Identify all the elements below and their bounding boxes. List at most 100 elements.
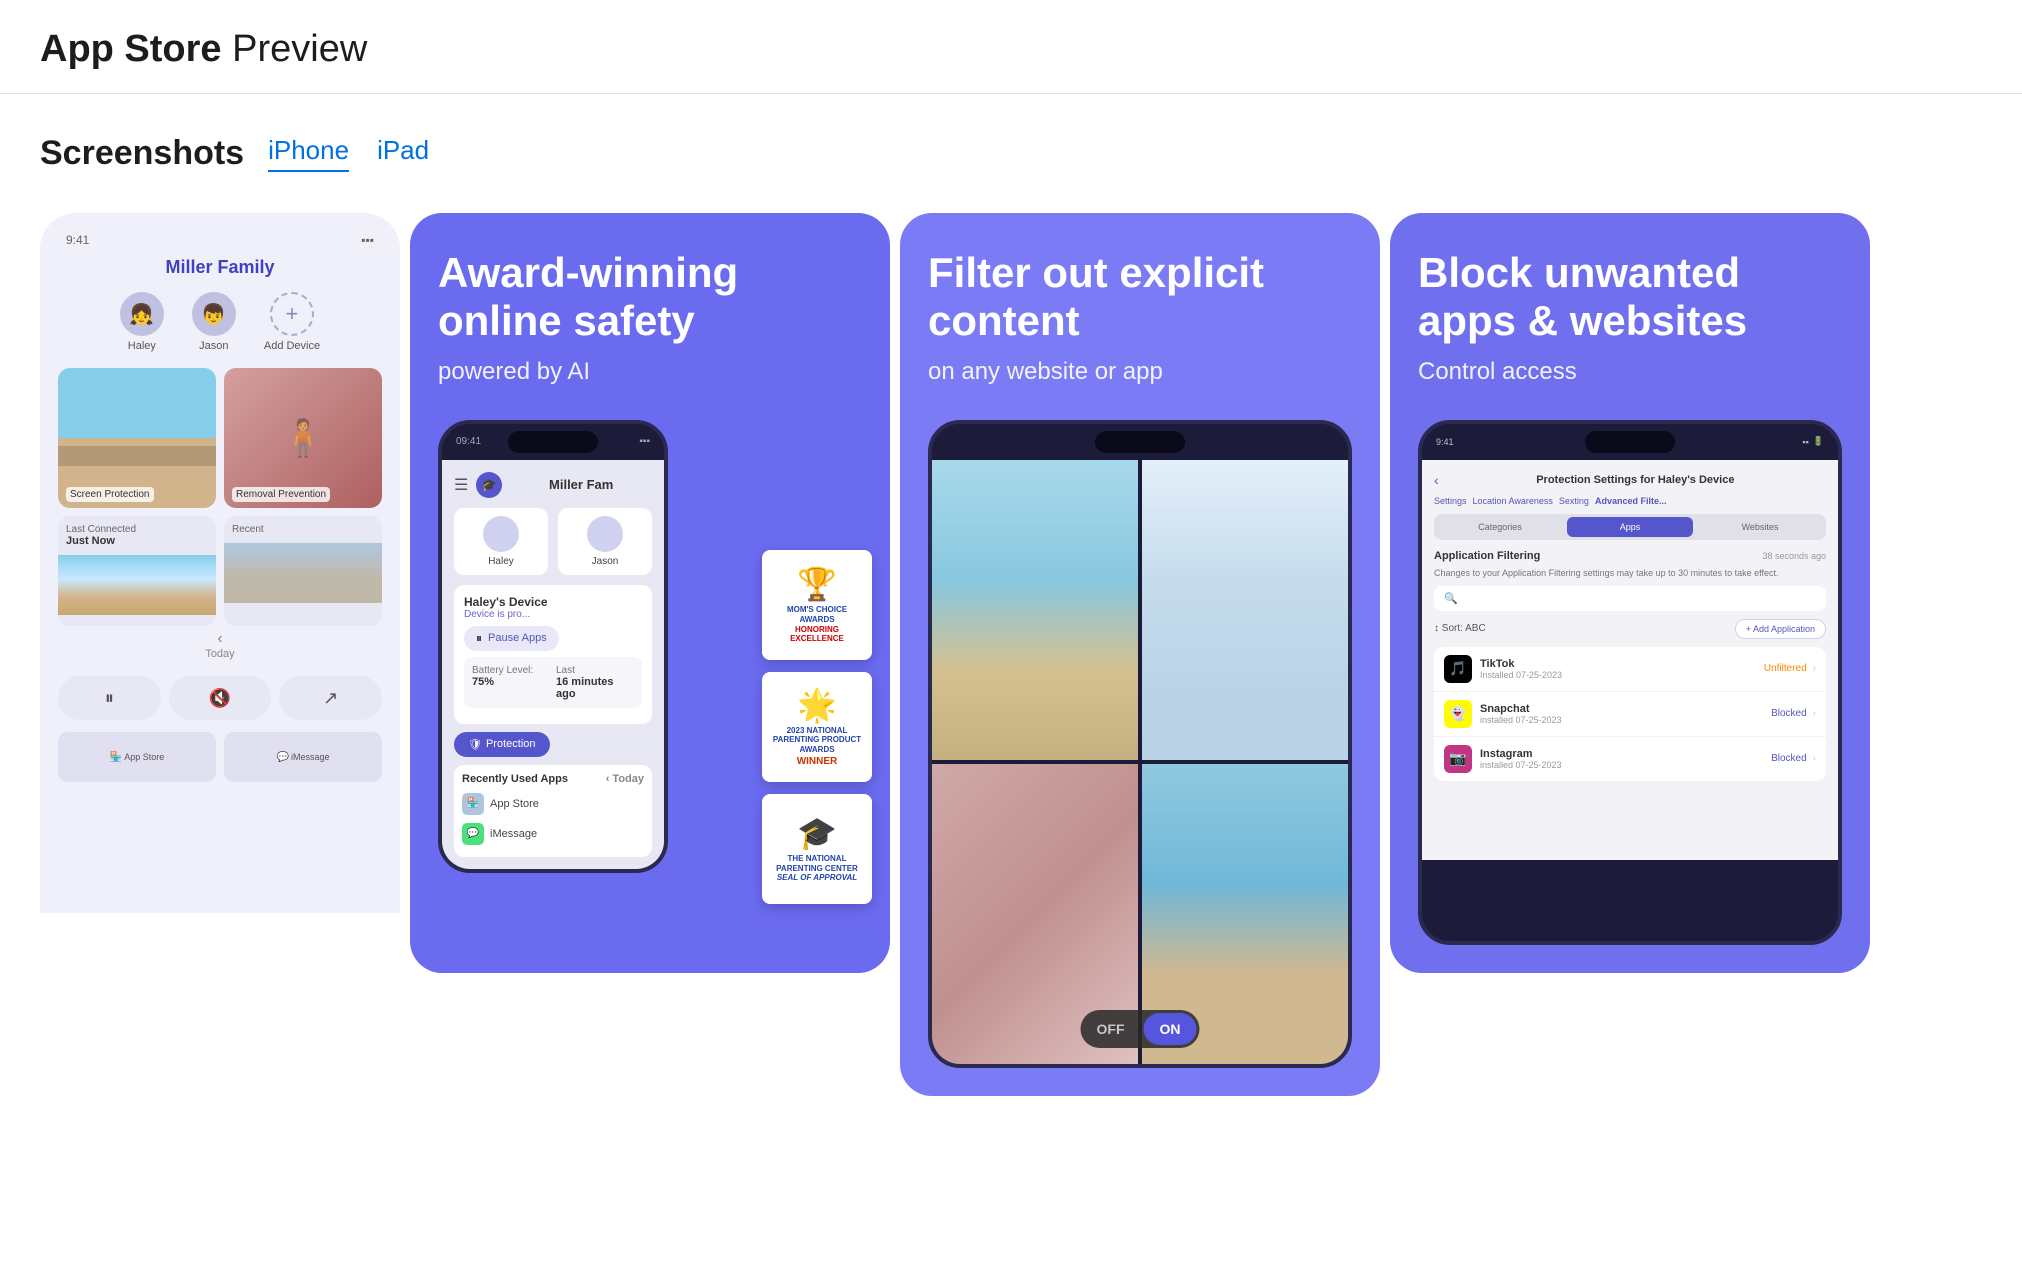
pm2-hamburger-icon[interactable]: ☰ <box>454 475 468 495</box>
p1-bottom-card-1: Last Connected Just Now <box>58 516 216 626</box>
pm4-app-snapchat[interactable]: 👻 Snapchat installed 07-25-2023 Blocked … <box>1434 692 1826 737</box>
pm4-nav-tabs-row: Settings Location Awareness Sexting Adva… <box>1434 496 1826 506</box>
p1-bottom-row: Last Connected Just Now Recent <box>58 516 382 626</box>
p1-member-haley: 👧 Haley <box>120 292 164 352</box>
pm2-shield-icon: 🛡 <box>468 738 482 751</box>
p1-quick-apps: 🏪 App Store 💬 iMessage <box>58 728 382 786</box>
p1-scroll-left[interactable]: ‹ <box>58 630 382 648</box>
pm4-time: 9:41 <box>1436 437 1454 447</box>
pm2-last-value: 16 minutes ago <box>556 676 634 700</box>
pm4-add-btn-label: + Add Application <box>1746 624 1815 634</box>
screenshots-section: Screenshots iPhone iPad 9:41 ▪▪▪ Miller … <box>0 94 2022 1096</box>
p1-member-jason: 👦 Jason <box>192 292 236 352</box>
p1-quick-actions: ⏸ 🔇 ↗ <box>58 668 382 728</box>
pm4-tab-categories[interactable]: Categories <box>1437 517 1563 537</box>
pm4-nav-tab-location[interactable]: Location Awareness <box>1473 496 1553 506</box>
p1-member-name-haley: Haley <box>128 340 156 352</box>
pm3-toggle-on[interactable]: ON <box>1144 1013 1197 1045</box>
pm4-app-instagram[interactable]: 📷 Instagram installed 07-25-2023 Blocked… <box>1434 737 1826 781</box>
pm3-notch-area <box>932 424 1348 460</box>
pm4-tiktok-name: TikTok <box>1480 658 1764 670</box>
p1-mute-button[interactable]: 🔇 <box>169 676 272 720</box>
pm4-tab-websites[interactable]: Websites <box>1697 517 1823 537</box>
pm4-search-icon: 🔍 <box>1444 592 1458 605</box>
award-icon-1: 🏆 <box>797 565 837 603</box>
pm4-sort-label[interactable]: ↕ Sort: ABC <box>1434 623 1486 634</box>
p1-members: 👧 Haley 👦 Jason + Add Device <box>58 292 382 352</box>
pm2-name-jason: Jason <box>592 556 619 567</box>
pm4-app-list: 🎵 TikTok Installed 07-25-2023 Unfiltered… <box>1434 647 1826 781</box>
pm4-add-application-button[interactable]: + Add Application <box>1735 619 1826 639</box>
pm3-toggle-container: OFF ON <box>1081 1010 1200 1048</box>
pm4-back-button[interactable]: ‹ <box>1434 472 1439 488</box>
pm4-snapchat-chevron: › <box>1813 708 1816 719</box>
p1-card-beach: Screen Protection <box>58 368 216 508</box>
pm2-pause-label: Pause Apps <box>488 632 547 644</box>
p1-location-button[interactable]: ↗ <box>279 676 382 720</box>
p1-avatar-haley: 👧 <box>120 292 164 336</box>
pm4-nav-tab-settings[interactable]: Settings <box>1434 496 1467 506</box>
award-badge-national-inner: 🌟 2023 National Parenting Product Awards… <box>762 672 872 782</box>
pm4-page-title: Protection Settings for Haley's Device <box>1445 474 1826 486</box>
pm2-battery-info: Battery Level: 75% Last 16 minutes ago <box>464 657 642 708</box>
screenshot-card-4: Block unwanted apps & websites Control a… <box>1390 213 1870 973</box>
pm2-avatar-haley <box>483 516 519 552</box>
pm4-notch-area: 9:41 ▪▪ 🔋 <box>1422 424 1838 460</box>
pm2-device-status: Device is pro... <box>464 609 642 620</box>
pm2-time: 09:41 <box>456 436 481 447</box>
card4-headline: Block unwanted apps & websites <box>1418 249 1842 346</box>
p1-content-grid: Screen Protection 🧍 Removal Prevention <box>58 368 382 508</box>
screenshots-label: Screenshots <box>40 134 244 173</box>
p1-imessage-tile[interactable]: 💬 iMessage <box>224 732 382 782</box>
header: App Store Preview <box>0 0 2022 94</box>
pm2-recent-label: Recently Used Apps <box>462 773 568 785</box>
pm4-instagram-info: Instagram installed 07-25-2023 <box>1480 748 1771 770</box>
pm4-tab-apps[interactable]: Apps <box>1567 517 1693 537</box>
pm4-nav-tab-advanced[interactable]: Advanced Filte... <box>1595 496 1667 506</box>
pm2-pause-button[interactable]: ⏸ Pause Apps <box>464 626 559 651</box>
award-text-2: 2023 National Parenting Product Awards <box>770 726 864 755</box>
tab-ipad[interactable]: iPad <box>377 135 429 172</box>
pm2-family-name: Miller Fam <box>510 477 652 492</box>
p1-card-label-2: Removal Prevention <box>232 487 330 502</box>
pm2-nav-row: ‹ Today <box>606 773 644 785</box>
pm2-protection-button[interactable]: 🛡 Protection <box>454 732 550 757</box>
pm2-battery-label-text: Battery Level: <box>472 665 550 676</box>
pm3-toggle-off[interactable]: OFF <box>1081 1013 1141 1045</box>
p1-member-add[interactable]: + Add Device <box>264 292 320 352</box>
pm4-app-tiktok[interactable]: 🎵 TikTok Installed 07-25-2023 Unfiltered… <box>1434 647 1826 692</box>
pm4-instagram-chevron: › <box>1813 753 1816 764</box>
p1-app-store-label: App Store <box>124 752 164 762</box>
pm2-name-haley: Haley <box>488 556 514 567</box>
tab-iphone[interactable]: iPhone <box>268 135 349 172</box>
card2-headline: Award-winning online safety <box>438 249 862 346</box>
p1-pause-button[interactable]: ⏸ <box>58 676 161 720</box>
pm4-battery-icon: 🔋 <box>1813 436 1824 447</box>
pm3-blur-overlay <box>1142 460 1348 760</box>
p1-today-label: Today <box>58 648 382 660</box>
pm4-section-header: Application Filtering 38 seconds ago <box>1434 550 1826 562</box>
pm2-notch-area: 09:41 ▪▪▪ <box>442 424 664 460</box>
p1-beach-people <box>58 446 216 466</box>
pm4-nav-tab-sexting[interactable]: Sexting <box>1559 496 1589 506</box>
pm2-battery-label: Battery Level: 75% <box>472 665 550 700</box>
pm4-status-right: ▪▪ 🔋 <box>1802 436 1824 447</box>
screenshot-card-3: Filter out explicit content on any websi… <box>900 213 1380 1096</box>
screenshot-card-2: Award-winning online safety powered by A… <box>410 213 890 973</box>
pm4-tiktok-status: Unfiltered <box>1764 663 1807 674</box>
card3-headline: Filter out explicit content <box>928 249 1352 346</box>
pm2-members-row: Haley Jason <box>454 508 652 575</box>
screenshot-card-1: 9:41 ▪▪▪ Miller Family 👧 Haley 👦 Jason + <box>40 213 400 913</box>
pm2-app-store-name: App Store <box>490 798 539 810</box>
pm4-section-desc: Changes to your Application Filtering se… <box>1434 568 1826 578</box>
p1-connected-time: Just Now <box>66 535 208 547</box>
p1-app-store-tile[interactable]: 🏪 App Store <box>58 732 216 782</box>
pm4-search-bar[interactable]: 🔍 <box>1434 586 1826 611</box>
p1-recent-title: Recent <box>232 524 374 535</box>
p1-add-button[interactable]: + <box>270 292 314 336</box>
pm3-content: OFF ON <box>932 460 1348 1064</box>
award-badge-seal-inner: 🎓 The National Parenting Center Seal of … <box>762 794 872 904</box>
card2-phone-area: 09:41 ▪▪▪ ☰ 🎓 Miller Fam <box>438 410 862 945</box>
screenshots-header: Screenshots iPhone iPad <box>40 134 1982 173</box>
pm2-signal: ▪▪▪ <box>639 436 650 447</box>
